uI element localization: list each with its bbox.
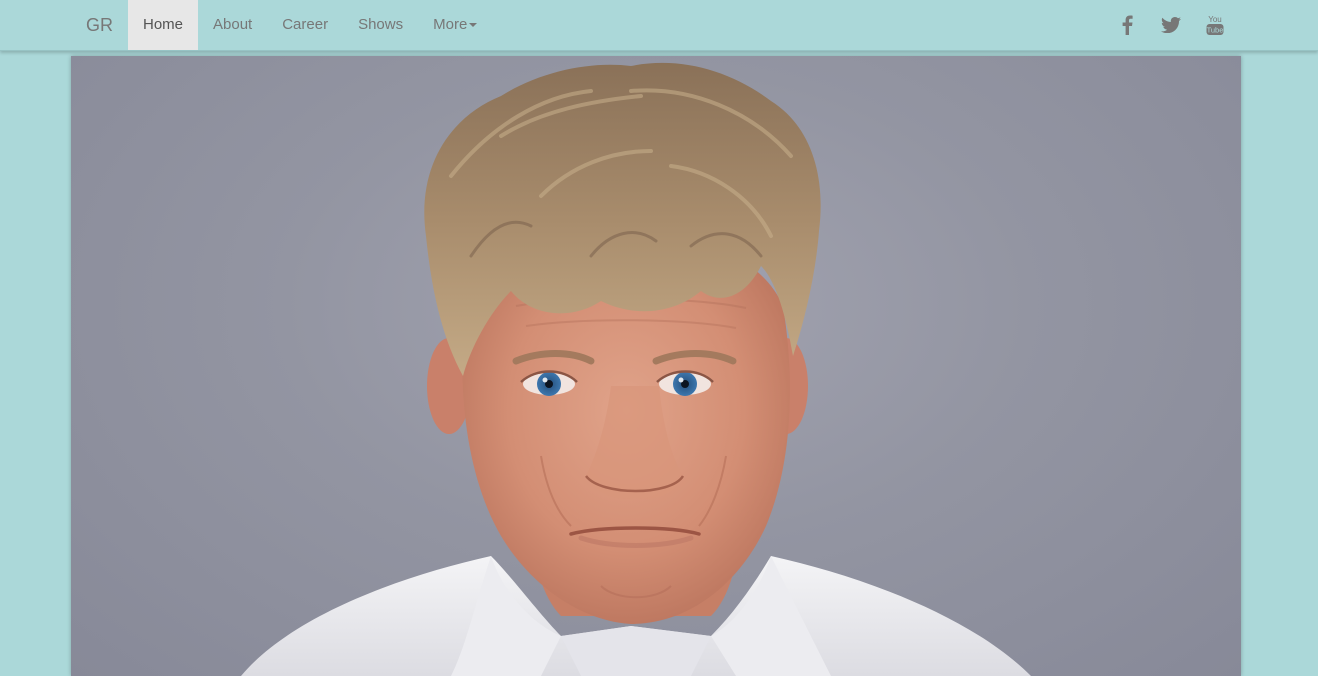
nav-shows-label: Shows <box>358 16 404 33</box>
nav-shows-link[interactable]: Shows <box>343 0 418 50</box>
nav-career-link[interactable]: Career <box>267 0 343 50</box>
facebook-link[interactable] <box>1112 0 1142 50</box>
social-links: You Tube <box>1098 0 1230 50</box>
brand-logo-link[interactable]: GR <box>86 0 113 50</box>
chef-portrait-illustration <box>241 62 1031 676</box>
youtube-icon: You Tube <box>1206 15 1224 35</box>
nav-about-link[interactable]: About <box>198 0 267 50</box>
caret-down-icon <box>469 23 478 28</box>
nav-career-label: Career <box>282 16 329 33</box>
youtube-link[interactable]: You Tube <box>1200 0 1230 50</box>
nav-home-link[interactable]: Home <box>128 0 199 50</box>
top-navbar: GR Home About Career Shows More You Tube <box>0 0 1318 51</box>
twitter-link[interactable] <box>1156 0 1186 50</box>
nav-more-label: More <box>433 16 468 33</box>
twitter-icon <box>1161 17 1181 33</box>
nav-home-label: Home <box>143 16 184 33</box>
youtube-you-text: You <box>1208 15 1222 24</box>
youtube-tube-text: Tube <box>1207 26 1224 35</box>
nav-more-dropdown[interactable]: More <box>418 0 492 50</box>
facebook-icon <box>1122 15 1133 35</box>
nav-links: Home About Career Shows More <box>128 0 492 50</box>
hero-portrait-photo <box>71 56 1241 676</box>
nav-about-label: About <box>213 16 253 33</box>
